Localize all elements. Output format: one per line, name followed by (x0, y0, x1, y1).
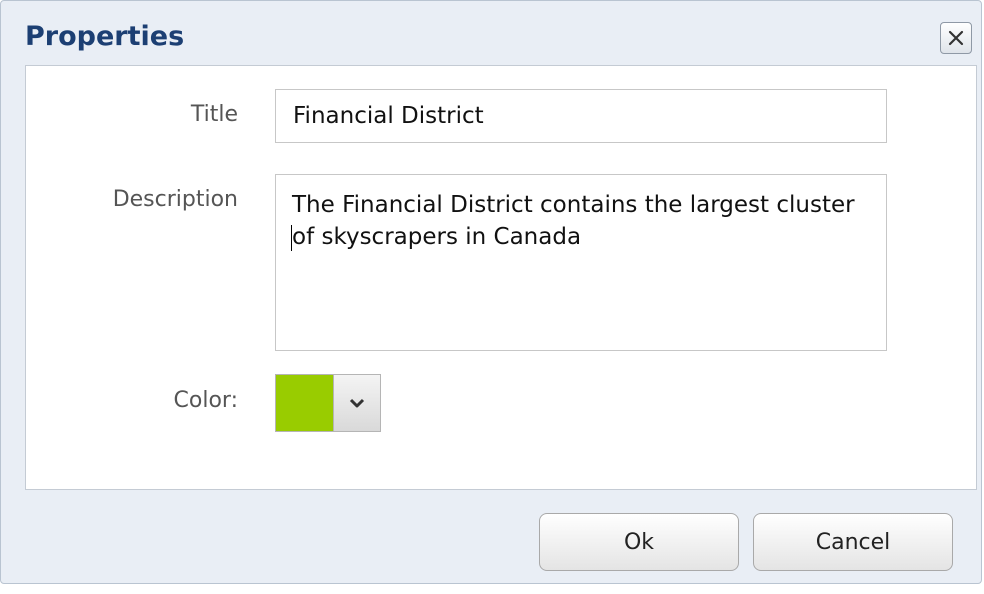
color-label: Color: (173, 388, 238, 413)
ok-button[interactable]: Ok (539, 513, 739, 571)
close-button[interactable] (940, 22, 972, 54)
description-text: The Financial District contains the larg… (291, 189, 870, 253)
description-textarea[interactable]: The Financial District contains the larg… (275, 174, 887, 351)
description-label: Description (112, 187, 238, 212)
title-label: Title (190, 102, 238, 127)
color-picker[interactable] (275, 374, 381, 432)
dialog-title: Properties (25, 21, 185, 52)
close-icon (948, 30, 964, 46)
title-input[interactable] (275, 89, 887, 143)
form-panel: Title Description The Financial District… (25, 65, 977, 490)
properties-dialog: Properties Title Description The Financi… (0, 0, 982, 584)
cancel-button[interactable]: Cancel (753, 513, 953, 571)
color-dropdown-button[interactable] (333, 375, 380, 431)
color-swatch[interactable] (276, 375, 333, 431)
chevron-down-icon (349, 398, 365, 408)
